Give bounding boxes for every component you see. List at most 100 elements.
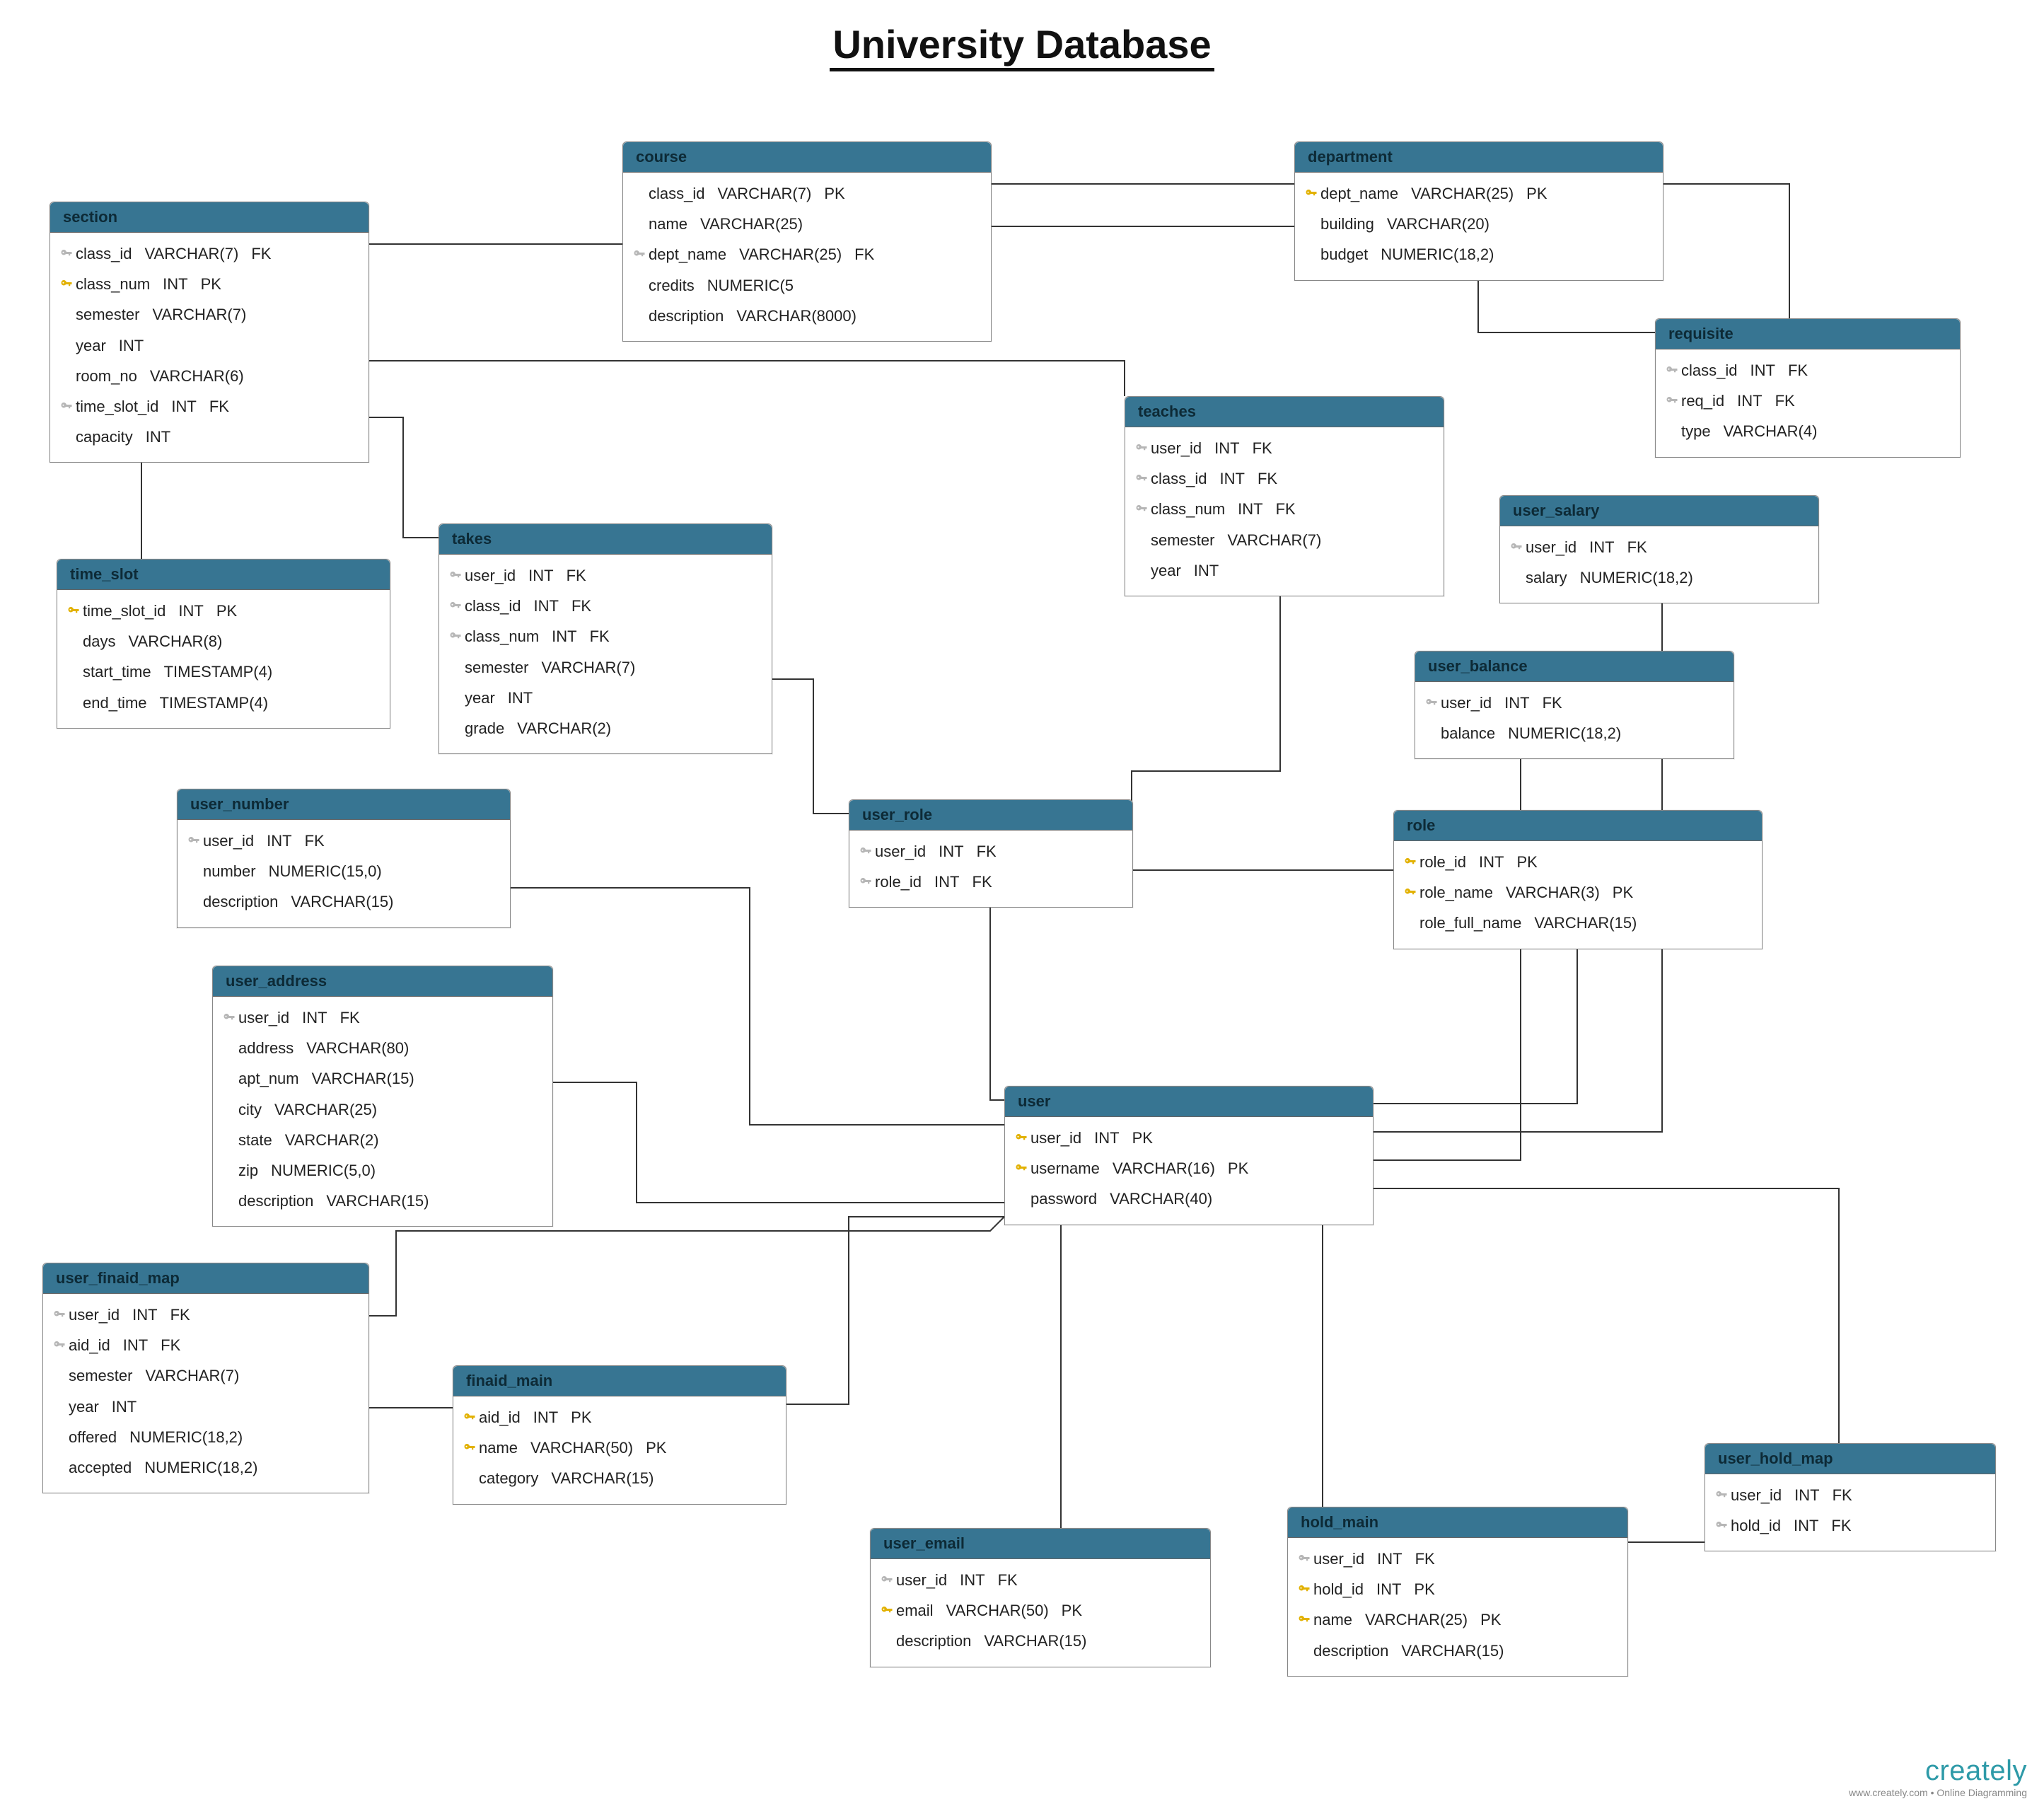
entity-section[interactable]: sectionclass_idVARCHAR(7)FKclass_numINTP…	[50, 202, 369, 463]
column-user_address-user_id: user_idINTFK	[213, 1002, 552, 1033]
column-finaid_main-aid_id: aid_idINTPK	[453, 1402, 786, 1433]
column-requisite-class_id: class_idINTFK	[1656, 355, 1960, 386]
column-user_hold_map-hold_id: hold_idINTFK	[1705, 1510, 1995, 1541]
column-name: number	[203, 859, 256, 884]
primary-key-icon	[463, 1442, 476, 1454]
column-section-time_slot_id: time_slot_idINTFK	[50, 391, 368, 422]
column-name: name	[479, 1435, 518, 1460]
foreign-key-icon	[53, 1339, 66, 1352]
entity-finaid_main[interactable]: finaid_mainaid_idINTPKnameVARCHAR(50)PKc…	[453, 1365, 786, 1505]
column-section-class_id: class_idVARCHAR(7)FK	[50, 238, 368, 269]
column-keytype: FK	[1240, 436, 1272, 461]
column-name: credits	[649, 273, 695, 298]
entity-user_balance[interactable]: user_balanceuser_idINTFKbalanceNUMERIC(1…	[1415, 651, 1734, 759]
column-type: NUMERIC(5,0)	[258, 1158, 376, 1183]
column-user-user_id: user_idINTPK	[1005, 1123, 1373, 1153]
column-keytype: FK	[1530, 690, 1562, 715]
column-type: INT	[495, 685, 533, 710]
entity-takes[interactable]: takesuser_idINTFKclass_idINTFKclass_numI…	[439, 523, 772, 754]
column-type: INT	[521, 594, 558, 618]
column-name: user_id	[1030, 1126, 1081, 1150]
column-name: role_full_name	[1419, 910, 1521, 935]
column-name: description	[1313, 1638, 1388, 1663]
column-teaches-user_id: user_idINTFK	[1125, 433, 1444, 463]
column-type: INT	[516, 563, 553, 588]
primary-key-icon	[463, 1411, 476, 1424]
column-type: VARCHAR(16)	[1100, 1156, 1215, 1181]
column-name: user_id	[1526, 535, 1576, 560]
column-name: email	[896, 1598, 934, 1623]
column-course-credits: creditsNUMERIC(5	[623, 270, 991, 301]
foreign-key-icon	[60, 248, 73, 260]
column-name: user_id	[1731, 1483, 1782, 1508]
column-user-password: passwordVARCHAR(40)	[1005, 1184, 1373, 1214]
column-user_finaid_map-semester: semesterVARCHAR(7)	[43, 1360, 368, 1391]
entity-course[interactable]: courseclass_idVARCHAR(7)PKnameVARCHAR(25…	[622, 141, 992, 342]
column-name: year	[465, 685, 495, 710]
column-requisite-req_id: req_idINTFK	[1656, 386, 1960, 416]
column-user_address-city: cityVARCHAR(25)	[213, 1094, 552, 1125]
column-takes-class_num: class_numINTFK	[439, 621, 772, 652]
column-type: INT	[254, 828, 291, 853]
column-type: INT	[1492, 690, 1529, 715]
entity-user_salary[interactable]: user_salaryuser_idINTFKsalaryNUMERIC(18,…	[1499, 495, 1819, 603]
link-section-takes	[368, 417, 439, 538]
column-keytype: FK	[1245, 466, 1277, 491]
column-user_balance-balance: balanceNUMERIC(18,2)	[1415, 718, 1734, 748]
entity-header: user_address	[213, 966, 552, 997]
column-name: start_time	[83, 659, 151, 684]
entity-user_finaid_map[interactable]: user_finaid_mapuser_idINTFKaid_idINTFKse…	[42, 1263, 369, 1493]
entity-user_hold_map[interactable]: user_hold_mapuser_idINTFKhold_idINTFK	[1705, 1443, 1996, 1551]
entity-user_number[interactable]: user_numberuser_idINTFKnumberNUMERIC(15,…	[177, 789, 511, 928]
column-section-year: yearINT	[50, 330, 368, 361]
column-type: INT	[166, 598, 203, 623]
column-type: VARCHAR(4)	[1711, 419, 1818, 444]
column-name: username	[1030, 1156, 1100, 1181]
column-type: INT	[99, 1394, 137, 1419]
column-section-semester: semesterVARCHAR(7)	[50, 299, 368, 330]
foreign-key-icon	[449, 630, 462, 643]
entity-role[interactable]: rolerole_idINTPKrole_nameVARCHAR(3)PKrol…	[1393, 810, 1763, 949]
column-type: INT	[926, 839, 963, 864]
column-type: VARCHAR(7)	[1214, 528, 1321, 552]
entity-user_address[interactable]: user_addressuser_idINTFKaddressVARCHAR(8…	[212, 966, 553, 1227]
entity-teaches[interactable]: teachesuser_idINTFKclass_idINTFKclass_nu…	[1125, 396, 1444, 596]
column-keytype: FK	[1403, 1546, 1435, 1571]
column-name: city	[238, 1097, 262, 1122]
link-user_role-user	[990, 906, 1004, 1100]
entity-department[interactable]: departmentdept_nameVARCHAR(25)PKbuilding…	[1294, 141, 1663, 281]
entity-header: hold_main	[1288, 1508, 1627, 1538]
column-name: user_id	[465, 563, 516, 588]
column-name: accepted	[69, 1455, 132, 1480]
entity-user_role[interactable]: user_roleuser_idINTFKrole_idINTFK	[849, 799, 1133, 908]
column-type: INT	[1724, 388, 1762, 413]
column-course-description: descriptionVARCHAR(8000)	[623, 301, 991, 331]
column-type: INT	[150, 272, 187, 296]
primary-key-icon	[881, 1604, 893, 1617]
column-department-budget: budgetNUMERIC(18,2)	[1295, 239, 1663, 270]
entity-time_slot[interactable]: time_slottime_slot_idINTPKdaysVARCHAR(8)…	[57, 559, 390, 729]
column-keytype: PK	[811, 181, 844, 206]
column-name: zip	[238, 1158, 258, 1183]
entity-requisite[interactable]: requisiteclass_idINTFKreq_idINTFKtypeVAR…	[1655, 318, 1961, 458]
column-section-capacity: capacityINT	[50, 422, 368, 452]
column-name: aid_id	[69, 1333, 110, 1358]
column-name: days	[83, 629, 115, 654]
column-keytype: FK	[964, 839, 997, 864]
column-user_number-number: numberNUMERIC(15,0)	[178, 856, 510, 886]
foreign-key-icon	[1715, 1520, 1728, 1532]
column-user_address-apt_num: apt_numVARCHAR(15)	[213, 1063, 552, 1094]
column-type: INT	[521, 1405, 558, 1430]
entity-user[interactable]: useruser_idINTPKusernameVARCHAR(16)PKpas…	[1004, 1086, 1374, 1225]
entity-header: requisite	[1656, 319, 1960, 349]
entity-user_email[interactable]: user_emailuser_idINTFKemailVARCHAR(50)PK…	[870, 1528, 1211, 1667]
foreign-key-icon	[1715, 1489, 1728, 1502]
foreign-key-icon	[859, 876, 872, 889]
column-time_slot-end_time: end_timeTIMESTAMP(4)	[57, 688, 390, 718]
column-role-role_name: role_nameVARCHAR(3)PK	[1394, 877, 1762, 908]
column-type: VARCHAR(25)	[1352, 1607, 1468, 1632]
column-type: NUMERIC(18,2)	[1368, 242, 1494, 267]
entity-hold_main[interactable]: hold_mainuser_idINTFKhold_idINTPKnameVAR…	[1287, 1507, 1628, 1677]
link-user_finaid_map-user	[368, 1217, 1004, 1316]
brand-watermark: creately www.creately.com • Online Diagr…	[1849, 1755, 2027, 1798]
